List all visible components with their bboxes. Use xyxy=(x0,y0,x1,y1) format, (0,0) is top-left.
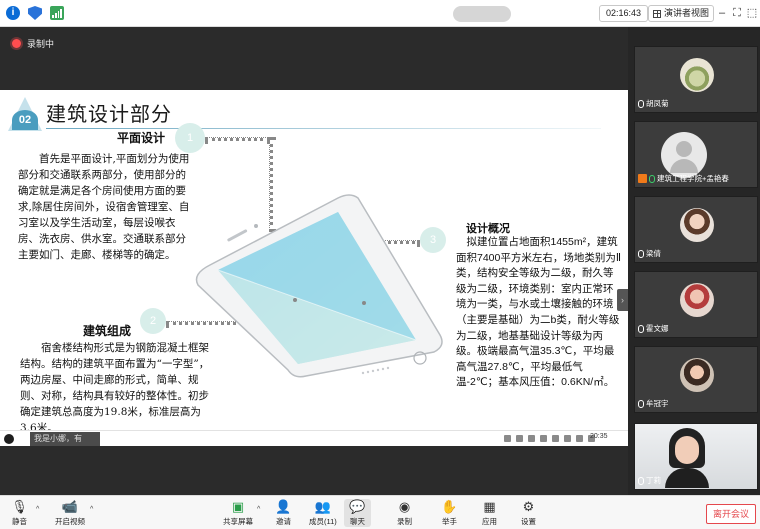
participant-tile[interactable]: 胡凤菊 xyxy=(634,46,758,113)
network-signal-icon[interactable] xyxy=(50,6,64,20)
members-icon: 👥 xyxy=(314,499,331,514)
share-options-caret[interactable]: ^ xyxy=(257,506,260,513)
mute-button[interactable]: 🎙 静音 xyxy=(11,499,28,527)
close-icon[interactable]: ⬚ xyxy=(746,7,758,19)
participant-tile[interactable]: 霍文娜 xyxy=(634,271,758,338)
meeting-timer: 02:16:43 xyxy=(599,5,649,22)
microphone-icon xyxy=(638,399,644,408)
taskbar-clock: 20:35 xyxy=(590,433,608,440)
host-badge-icon xyxy=(638,174,647,183)
participant-name: 梁倩 xyxy=(646,249,661,258)
invite-user-icon: 👤 xyxy=(275,499,292,514)
share-label: 共享屏幕 xyxy=(223,517,253,526)
shared-desktop-taskbar: 我是小娜，有 20:35 xyxy=(0,430,628,446)
microphone-icon xyxy=(649,174,655,183)
settings-label: 设置 xyxy=(521,517,536,526)
windows-start-icon[interactable] xyxy=(4,434,14,444)
microphone-icon: 🎙 xyxy=(11,499,28,514)
record-dot-icon xyxy=(12,39,21,48)
participant-avatar xyxy=(680,283,714,317)
participant-avatar xyxy=(680,208,714,242)
shared-screen-area: 录制中 02 建筑设计部分 1 2 3 平面设计 首先是平面设计,平面划分为使用… xyxy=(0,27,628,495)
chat-bubble-icon: 💬 xyxy=(349,499,366,514)
overview-paragraph: 拟建位置占地面积1455m²，建筑面积7400平方米左右，场地类别为Ⅱ类，结构安… xyxy=(456,236,622,389)
record-label: 录制 xyxy=(397,517,412,526)
camera-off-icon: 📹 xyxy=(61,499,79,514)
participant-tile[interactable]: 梁倩 xyxy=(634,196,758,263)
microphone-icon xyxy=(638,249,644,258)
slide-title: 建筑设计部分 xyxy=(46,104,172,126)
view-label: 演讲者视图 xyxy=(664,8,710,18)
video-label: 开启视频 xyxy=(55,517,85,526)
apps-label: 应用 xyxy=(482,517,497,526)
recording-label: 录制中 xyxy=(27,39,55,49)
participant-name: 建筑工程学院+孟艳春 xyxy=(657,174,729,183)
participant-tile[interactable]: 建筑工程学院+孟艳春 xyxy=(634,121,758,188)
settings-button[interactable]: ⚙ 设置 xyxy=(521,499,536,527)
video-options-caret[interactable]: ^ xyxy=(90,506,93,513)
tray-icons xyxy=(504,435,595,442)
gear-icon: ⚙ xyxy=(522,499,535,514)
connector-line xyxy=(205,137,270,141)
composition-paragraph: 宿舍楼结构形式是为钢筋混凝土框架结构。结构的建筑平面布置为“一字型”，两边房屋、… xyxy=(20,342,210,430)
share-screen-icon: ▣ xyxy=(231,499,245,514)
taskbar-search-box[interactable]: 我是小娜，有 xyxy=(30,432,100,446)
plan-heading: 平面设计 xyxy=(117,131,166,145)
participant-name: 霍文娜 xyxy=(646,324,669,333)
start-video-button[interactable]: 📹 开启视频 xyxy=(55,499,85,527)
audio-options-caret[interactable]: ^ xyxy=(36,506,39,513)
fullscreen-icon[interactable]: ⛶ xyxy=(731,7,743,19)
microphone-icon xyxy=(638,324,644,333)
section-badge: 02 xyxy=(8,97,42,131)
security-shield-icon[interactable] xyxy=(28,6,42,20)
leave-meeting-button[interactable]: 离开会议 xyxy=(706,504,756,524)
record-icon: ◉ xyxy=(398,499,411,514)
grid-view-icon xyxy=(653,9,661,18)
chat-label: 聊天 xyxy=(350,517,365,526)
participant-video-tile[interactable]: 丁莉 xyxy=(634,423,758,490)
raise-label: 举手 xyxy=(442,517,457,526)
participant-video xyxy=(665,428,709,488)
smartphone-illustration xyxy=(195,194,443,378)
members-label: 成员(11) xyxy=(309,517,337,526)
participant-avatar xyxy=(680,58,714,92)
top-status-bar: i 02:16:43 演讲者视图 – ⛶ ⬚ xyxy=(0,0,760,27)
info-icon[interactable]: i xyxy=(6,6,20,20)
mute-label: 静音 xyxy=(12,517,27,526)
participant-name: 牟冠宇 xyxy=(646,399,669,408)
participant-tile[interactable]: 牟冠宇 xyxy=(634,346,758,413)
members-button[interactable]: 👥 成员(11) xyxy=(309,499,337,527)
meeting-toolbar: 🎙 静音 ^ 📹 开启视频 ^ ▣ 共享屏幕 ^ 👤 邀请 👥 成员(11) 💬… xyxy=(0,495,760,529)
hand-icon: ✋ xyxy=(441,499,458,514)
apps-button[interactable]: ▦ 应用 xyxy=(482,499,497,527)
share-screen-button[interactable]: ▣ 共享屏幕 xyxy=(223,499,253,527)
record-button[interactable]: ◉ 录制 xyxy=(397,499,412,527)
participant-name: 胡凤菊 xyxy=(646,99,669,108)
apps-grid-icon: ▦ xyxy=(483,499,496,514)
collapse-gallery-handle[interactable]: › xyxy=(617,289,628,311)
section-number: 02 xyxy=(12,110,38,130)
minimize-icon[interactable]: – xyxy=(716,7,728,19)
participant-gallery: 胡凤菊 建筑工程学院+孟艳春 梁倩 霍文娜 牟冠宇 丁莉 xyxy=(628,27,760,495)
marker-circle-1: 1 xyxy=(175,123,205,153)
microphone-icon xyxy=(638,476,644,485)
sharing-indicator-pill[interactable] xyxy=(453,6,511,22)
default-avatar-icon xyxy=(661,132,707,178)
microphone-icon xyxy=(638,99,644,108)
invite-label: 邀请 xyxy=(276,517,291,526)
composition-heading: 建筑组成 xyxy=(83,324,132,338)
chat-button[interactable]: 💬 聊天 xyxy=(344,499,371,527)
participant-name: 丁莉 xyxy=(646,476,661,485)
overview-heading: 设计概况 xyxy=(466,223,510,235)
plan-paragraph: 首先是平面设计,平面划分为使用部分和交通联系两部分，使用部分的确定就是满足各个房… xyxy=(18,153,190,261)
presentation-slide: 02 建筑设计部分 1 2 3 平面设计 首先是平面设计,平面划分为使用部分和交… xyxy=(0,90,628,430)
participant-avatar xyxy=(680,358,714,392)
view-switch-button[interactable]: 演讲者视图 xyxy=(648,5,715,22)
raise-hand-button[interactable]: ✋ 举手 xyxy=(441,499,458,527)
recording-indicator: 录制中 xyxy=(12,37,54,50)
invite-button[interactable]: 👤 邀请 xyxy=(275,499,292,527)
marker-circle-2: 2 xyxy=(140,308,166,334)
